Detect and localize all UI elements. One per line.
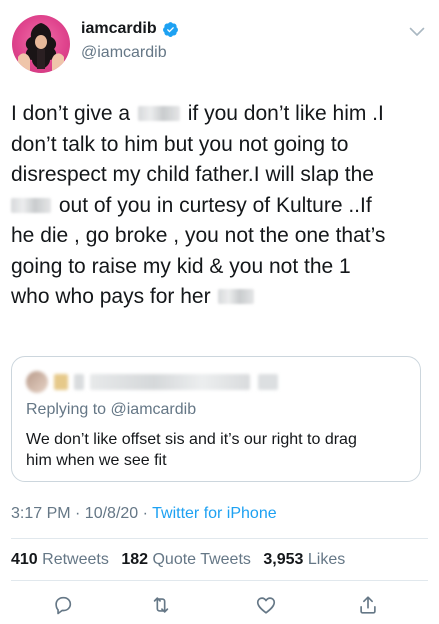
tweet-line: I don’t give a if you don’t like him .I (11, 102, 384, 125)
redacted-word (218, 289, 255, 304)
tweet-line: don’t talk to him but you not going to (11, 132, 349, 156)
divider (11, 538, 428, 539)
tweet-line: out of you in curtesy of Kulture ..If (11, 191, 426, 222)
tweet-line: disrespect my child father.I will slap t… (11, 163, 374, 186)
likes-stat[interactable]: 3,953 Likes (263, 551, 345, 568)
reply-button[interactable] (50, 592, 76, 618)
retweet-icon (153, 597, 169, 613)
like-button[interactable] (253, 592, 279, 618)
reply-icon (55, 596, 72, 615)
avatar[interactable] (12, 15, 70, 73)
name-row: iamcardib (81, 20, 179, 38)
like-icon (256, 597, 276, 614)
share-button[interactable] (355, 592, 381, 618)
action-bar (0, 590, 439, 620)
tweet-stats: 410 Retweets 182 Quote Tweets 3,953 Like… (11, 551, 353, 569)
user-handle[interactable]: @iamcardib (81, 44, 167, 62)
quoted-avatar (26, 371, 48, 393)
tweet-card: iamcardib @iamcardib I don’t give a if y… (0, 0, 439, 624)
quoted-reply-card[interactable]: Replying to @iamcardib We don’t like off… (11, 356, 421, 482)
verified-badge-icon (162, 21, 178, 37)
quoted-text-line: We don’t like offset sis and it’s our ri… (26, 431, 357, 448)
display-name[interactable]: iamcardib (81, 20, 157, 38)
tweet-timestamp: 3:17 PM · 10/8/20 · Twitter for iPhone (11, 505, 277, 522)
tweet-line: he die , go broke , you not the one that… (11, 224, 386, 247)
chevron-down-icon[interactable] (409, 27, 425, 37)
tweet-line: who who pays for her (11, 282, 426, 313)
redacted-word (137, 106, 180, 121)
reply-mention-link[interactable]: @iamcardib (111, 401, 197, 418)
retweets-stat[interactable]: 410 Retweets (11, 551, 109, 568)
quoted-author-redacted (26, 371, 286, 393)
tweet-text: I don’t give a if you don’t like him .I … (11, 99, 426, 313)
divider (11, 580, 428, 581)
replying-to: Replying to @iamcardib (26, 401, 197, 418)
quote-tweets-stat[interactable]: 182 Quote Tweets (121, 551, 251, 568)
source-link[interactable]: Twitter for iPhone (152, 505, 277, 522)
share-icon (360, 596, 376, 614)
quoted-text: We don’t like offset sis and it’s our ri… (26, 429, 406, 471)
redacted-word (11, 197, 51, 213)
tweet-line: going to raise my kid & you not the 1 (11, 254, 351, 278)
retweet-button[interactable] (148, 592, 174, 618)
quoted-text-line: him when we see fit (26, 452, 167, 469)
